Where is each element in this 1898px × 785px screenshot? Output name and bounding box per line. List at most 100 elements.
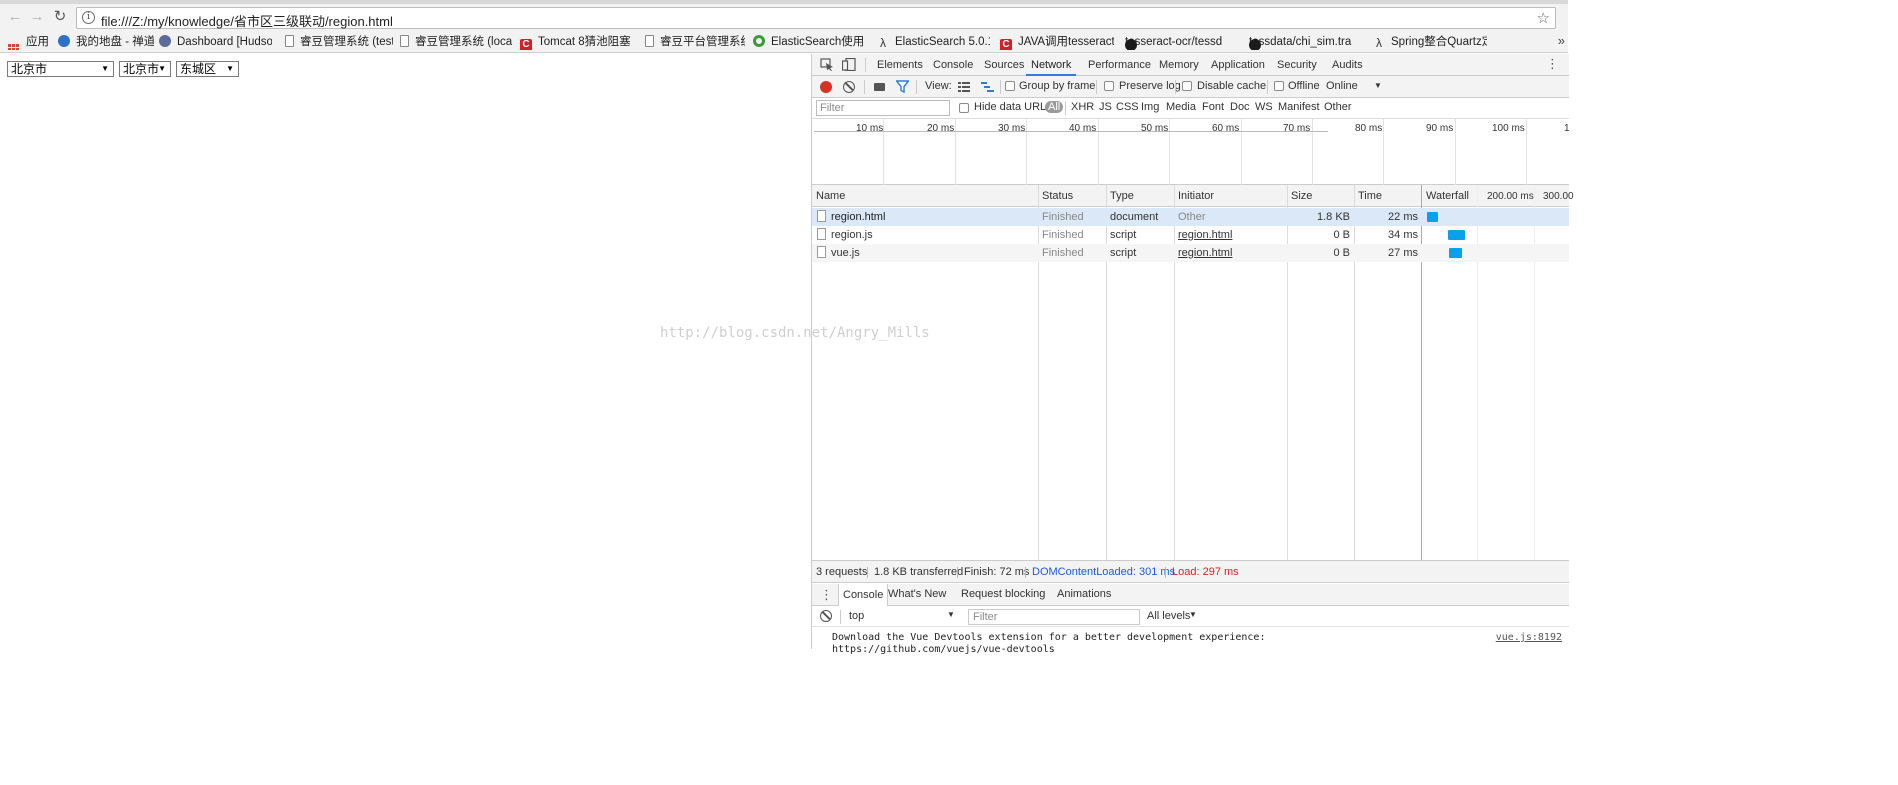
- drawer-tab-whats-new[interactable]: What's New: [888, 588, 946, 600]
- type-filter-media[interactable]: Media: [1166, 101, 1196, 113]
- grid-line: [1312, 119, 1313, 185]
- forward-arrow-icon[interactable]: →: [28, 8, 46, 26]
- log-levels-select[interactable]: All levels: [1147, 610, 1190, 622]
- chevron-down-icon[interactable]: ▼: [947, 610, 955, 619]
- type-filter-doc[interactable]: Doc: [1230, 101, 1250, 113]
- tab-performance[interactable]: Performance: [1088, 54, 1151, 76]
- context-select[interactable]: top: [849, 610, 864, 622]
- column-status[interactable]: Status: [1042, 190, 1073, 202]
- chevron-down-icon[interactable]: ▼: [1189, 610, 1197, 619]
- capture-screenshots-icon[interactable]: [874, 83, 885, 91]
- waterfall-bar[interactable]: [1449, 248, 1462, 258]
- clear-icon[interactable]: [843, 81, 855, 93]
- request-initiator-link[interactable]: region.html: [1178, 229, 1232, 241]
- bookmark-hudson[interactable]: Dashboard [Hudson: [159, 34, 272, 50]
- drawer-tab-console[interactable]: Console: [838, 584, 889, 606]
- column-waterfall[interactable]: Waterfall: [1426, 190, 1469, 202]
- bookmark-apps[interactable]: 应用: [8, 34, 49, 50]
- info-icon[interactable]: i: [82, 11, 95, 24]
- bookmark-ruidou-platform[interactable]: 睿豆平台管理系统: [645, 34, 745, 50]
- request-initiator-link[interactable]: region.html: [1178, 247, 1232, 259]
- tab-application[interactable]: Application: [1211, 54, 1265, 76]
- preserve-log-label: Preserve log: [1119, 80, 1181, 92]
- column-type[interactable]: Type: [1110, 190, 1134, 202]
- type-filter-css[interactable]: CSS: [1116, 101, 1139, 113]
- district-select[interactable]: 东城区 ▼: [176, 61, 239, 77]
- type-filter-manifest[interactable]: Manifest: [1278, 101, 1320, 113]
- device-toolbar-icon[interactable]: [842, 58, 856, 71]
- column-name[interactable]: Name: [816, 190, 845, 202]
- type-filter-img[interactable]: Img: [1141, 101, 1159, 113]
- bookmark-zentao[interactable]: 我的地盘 - 禅道: [58, 34, 154, 50]
- bookmarks-overflow-icon[interactable]: »: [1558, 33, 1565, 48]
- tab-audits[interactable]: Audits: [1332, 54, 1363, 76]
- apps-grid-icon: [8, 44, 20, 50]
- bookmark-tomcat[interactable]: C Tomcat 8猜池阻塞: [520, 34, 634, 50]
- waterfall-bar[interactable]: [1427, 212, 1438, 222]
- offline-checkbox[interactable]: [1274, 81, 1284, 91]
- table-row[interactable]: vue.js Finished script region.html 0 B 2…: [812, 244, 1569, 262]
- drawer-menu-icon[interactable]: ⋮: [820, 587, 833, 603]
- bookmark-ruidou-test[interactable]: 睿豆管理系统 (test): [285, 34, 393, 50]
- back-arrow-icon[interactable]: ←: [6, 8, 24, 26]
- tab-security[interactable]: Security: [1277, 54, 1317, 76]
- bookmark-java-tesseract[interactable]: C JAVA调用tesseract: [1000, 34, 1114, 50]
- separator: [840, 610, 841, 624]
- record-icon[interactable]: [820, 81, 832, 93]
- bookmark-tesseract-ocr[interactable]: tesseract-ocr/tessd: [1125, 34, 1238, 50]
- drawer-tab-request-blocking[interactable]: Request blocking: [961, 588, 1045, 600]
- type-filter-font[interactable]: Font: [1202, 101, 1224, 113]
- disable-cache-checkbox[interactable]: [1182, 81, 1192, 91]
- waterfall-bar[interactable]: [1448, 230, 1465, 240]
- bookmark-elasticsearch-501[interactable]: λ ElasticSearch 5.0.1 j: [877, 34, 990, 50]
- large-rows-icon[interactable]: [958, 82, 970, 92]
- preserve-log-checkbox[interactable]: [1104, 81, 1114, 91]
- city-select[interactable]: 北京市 ▼: [119, 61, 171, 77]
- tab-sources[interactable]: Sources: [984, 54, 1024, 76]
- throttling-select[interactable]: Online: [1326, 80, 1358, 92]
- inspect-element-icon[interactable]: [820, 58, 834, 71]
- type-filter-all[interactable]: All: [1045, 101, 1064, 113]
- more-menu-icon[interactable]: ⋮: [1546, 56, 1559, 72]
- filter-funnel-icon[interactable]: [896, 80, 909, 93]
- address-url[interactable]: file:///Z:/my/knowledge/省市区三级联动/region.h…: [101, 11, 393, 30]
- filter-input[interactable]: Filter: [816, 100, 950, 116]
- type-filter-js[interactable]: JS: [1099, 101, 1112, 113]
- column-initiator[interactable]: Initiator: [1178, 190, 1214, 202]
- console-source-link[interactable]: vue.js:8192: [1496, 632, 1562, 643]
- tab-elements[interactable]: Elements: [877, 54, 923, 76]
- timeline-overview[interactable]: 10 ms 20 ms 30 ms 40 ms 50 ms 60 ms 70 m…: [812, 119, 1570, 185]
- tab-network[interactable]: Network: [1026, 54, 1077, 76]
- request-name[interactable]: vue.js: [831, 247, 860, 259]
- clear-console-icon[interactable]: [820, 610, 832, 622]
- devtools-tab-bar: Elements Console Sources Network Perform…: [812, 54, 1569, 76]
- group-by-frame-checkbox[interactable]: [1005, 81, 1015, 91]
- type-filter-xhr[interactable]: XHR: [1071, 101, 1094, 113]
- reload-icon[interactable]: ↻: [51, 8, 69, 26]
- chevron-down-icon[interactable]: ▼: [1374, 81, 1382, 90]
- column-size[interactable]: Size: [1291, 190, 1312, 202]
- waterfall-overview-icon[interactable]: [981, 82, 994, 92]
- console-message-link[interactable]: https://github.com/vuejs/vue-devtools: [832, 644, 1055, 655]
- bookmark-ruidou-local[interactable]: 睿豆管理系统 (local): [400, 34, 512, 50]
- table-row[interactable]: region.html Finished document Other 1.8 …: [812, 208, 1569, 226]
- request-name[interactable]: region.js: [831, 229, 873, 241]
- drawer-tab-animations[interactable]: Animations: [1057, 588, 1111, 600]
- province-select[interactable]: 北京市 ▼: [7, 61, 114, 77]
- column-time[interactable]: Time: [1358, 190, 1382, 202]
- type-filter-other[interactable]: Other: [1324, 101, 1352, 113]
- bookmark-star-icon[interactable]: ☆: [1537, 9, 1550, 27]
- bookmark-spring-quartz[interactable]: λ Spring整合Quartz定: [1373, 34, 1487, 50]
- timeline-tick: 80 ms: [1355, 123, 1383, 134]
- separator: [1000, 80, 1001, 94]
- tab-console[interactable]: Console: [933, 54, 973, 76]
- bookmark-elasticsearch-use[interactable]: ElasticSearch使用 -: [753, 34, 865, 50]
- type-filter-ws[interactable]: WS: [1255, 101, 1273, 113]
- address-bar[interactable]: i file:///Z:/my/knowledge/省市区三级联动/region…: [76, 7, 1556, 29]
- hide-data-urls-checkbox[interactable]: [959, 103, 969, 113]
- console-filter-input[interactable]: Filter: [968, 609, 1140, 625]
- bookmark-tessdata[interactable]: tessdata/chi_sim.tra: [1249, 34, 1362, 50]
- request-name[interactable]: region.html: [831, 211, 885, 223]
- table-row[interactable]: region.js Finished script region.html 0 …: [812, 226, 1569, 244]
- tab-memory[interactable]: Memory: [1159, 54, 1199, 76]
